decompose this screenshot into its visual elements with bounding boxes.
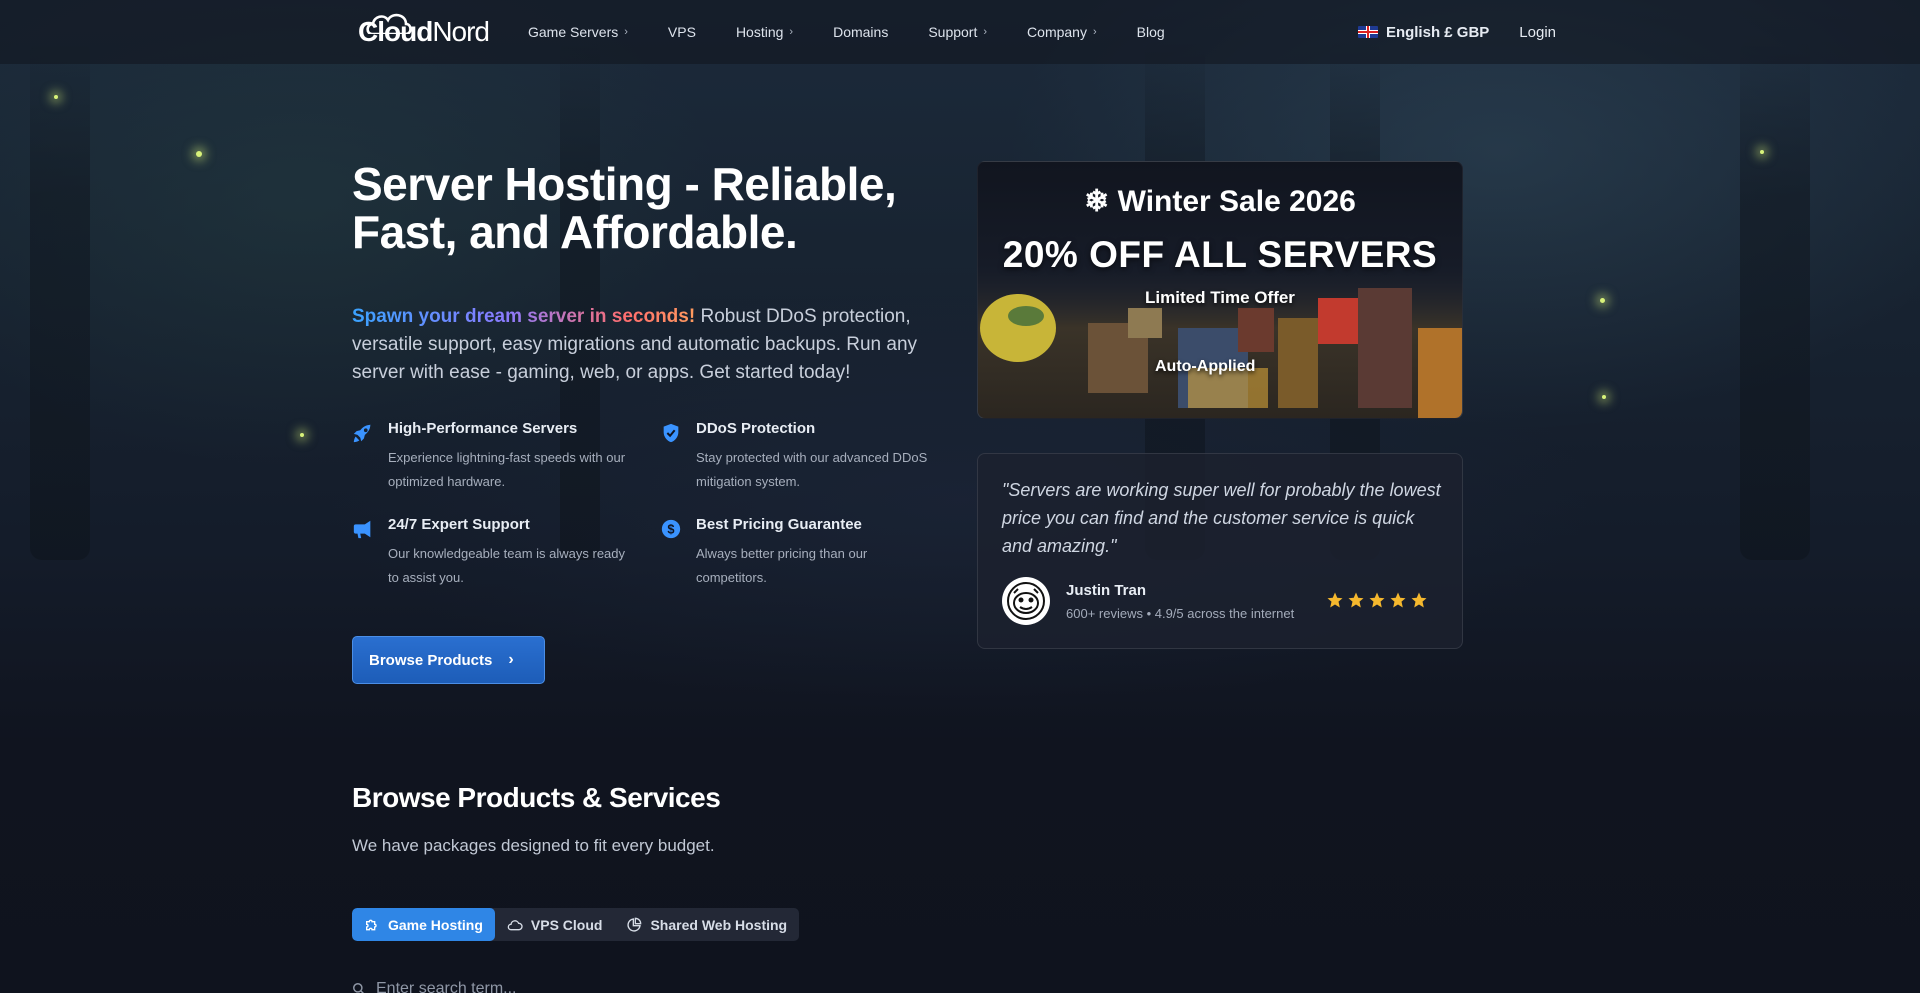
forest-background bbox=[0, 0, 1920, 993]
nav-links: Game Servers › VPS Hosting › Domains Suppo… bbox=[528, 0, 1205, 64]
snowflake-icon: ❄ bbox=[1084, 185, 1110, 218]
reviewer-name: Justin Tran bbox=[1066, 582, 1147, 599]
review-quote: "Servers are working super well for prob… bbox=[1002, 480, 1441, 556]
search-placeholder: Enter search term... bbox=[376, 980, 517, 993]
star-icon bbox=[1327, 592, 1343, 608]
hero-tagline-highlight: Spawn your dream server in seconds! bbox=[352, 306, 696, 327]
feature-title: Best Pricing Guarantee bbox=[696, 516, 862, 533]
avatar bbox=[1002, 577, 1050, 625]
nav-hosting[interactable]: Hosting › bbox=[736, 24, 793, 40]
chevron-right-icon: › bbox=[1092, 26, 1097, 38]
star-icon bbox=[1411, 592, 1427, 608]
nav-support[interactable]: Support › bbox=[928, 24, 987, 40]
megaphone-icon bbox=[353, 520, 371, 539]
feature-desc: Stay protected with our advanced DDoS mi… bbox=[696, 450, 928, 489]
pie-chart-icon bbox=[627, 917, 642, 932]
chevron-right-icon: › bbox=[624, 26, 628, 38]
nav-domains[interactable]: Domains bbox=[833, 24, 888, 40]
browse-products-button[interactable]: Browse Products › bbox=[352, 636, 545, 684]
search-icon bbox=[353, 983, 365, 993]
product-tabs: Game Hosting VPS Cloud Shared Web Hostin… bbox=[352, 908, 800, 941]
language-label: English £ GBP bbox=[1385, 23, 1490, 41]
winter-sale-banner[interactable]: ❄ Winter Sale 2026 20% OFF ALL SERVERS L… bbox=[977, 161, 1463, 419]
cloudnord-logo[interactable]: CloudNord bbox=[358, 12, 490, 52]
cloud-logo-icon bbox=[366, 13, 412, 34]
reviewer-avatar-icon bbox=[1007, 582, 1045, 620]
rating-stars bbox=[1326, 591, 1428, 609]
nav-company[interactable]: Company › bbox=[1027, 24, 1097, 40]
svg-text:$: $ bbox=[667, 522, 674, 537]
feature-desc: Always better pricing than our competito… bbox=[696, 546, 868, 585]
promo-subtitle: Limited Time Offer bbox=[1145, 288, 1295, 307]
section-title: Browse Products & Services bbox=[352, 782, 721, 813]
puzzle-icon bbox=[366, 919, 377, 930]
star-icon bbox=[1390, 592, 1406, 608]
feature-title: 24/7 Expert Support bbox=[388, 516, 530, 533]
feature-desc: Our knowledgeable team is always ready t… bbox=[388, 546, 626, 585]
nav-game-servers[interactable]: Game Servers › bbox=[528, 24, 628, 40]
nav-blog[interactable]: Blog bbox=[1137, 24, 1165, 40]
promo-auto-applied: Auto-Applied bbox=[1155, 358, 1256, 375]
chevron-right-icon: › bbox=[789, 26, 794, 38]
tab-game-hosting[interactable]: Game Hosting bbox=[352, 908, 495, 941]
tab-vps-cloud[interactable]: VPS Cloud bbox=[495, 908, 615, 941]
cloud-icon bbox=[507, 919, 523, 930]
browse-products-label: Browse Products bbox=[369, 651, 493, 669]
review-card: "Servers are working super well for prob… bbox=[977, 453, 1463, 649]
nav-right: English £ GBP Login bbox=[1357, 0, 1556, 64]
language-currency-selector[interactable]: English £ GBP bbox=[1357, 23, 1490, 41]
feature-desc: Experience lightning-fast speeds with ou… bbox=[388, 450, 626, 489]
section-subtitle: We have packages designed to fit every b… bbox=[352, 836, 715, 855]
tab-shared-web-hosting[interactable]: Shared Web Hosting bbox=[614, 908, 799, 941]
hero-description: Spawn your dream server in seconds! Robu… bbox=[352, 303, 952, 387]
dollar-circle-icon: $ bbox=[661, 519, 681, 539]
nav-vps[interactable]: VPS bbox=[668, 24, 696, 40]
chevron-right-icon: › bbox=[508, 651, 514, 668]
promo-headline: 20% OFF ALL SERVERS bbox=[1002, 234, 1438, 275]
uk-flag-icon bbox=[1357, 26, 1378, 38]
rocket-icon bbox=[353, 424, 372, 443]
promo-title: ❄ Winter Sale 2026 bbox=[1084, 185, 1356, 218]
login-link[interactable]: Login bbox=[1519, 24, 1556, 41]
shield-check-icon bbox=[663, 423, 679, 443]
search-input[interactable]: Enter search term... bbox=[352, 980, 517, 993]
top-navbar: CloudNord Game Servers › VPS Hosting › Dom… bbox=[0, 0, 1920, 64]
hero-title: Server Hosting - Reliable, Fast, and Aff… bbox=[352, 158, 897, 258]
star-icon bbox=[1369, 592, 1385, 608]
feature-title: High-Performance Servers bbox=[388, 420, 578, 437]
star-icon bbox=[1348, 592, 1364, 608]
review-meta: 600+ reviews • 4.9/5 across the internet bbox=[1066, 606, 1295, 621]
chevron-right-icon: › bbox=[983, 26, 988, 38]
feature-title: DDoS Protection bbox=[696, 420, 816, 437]
